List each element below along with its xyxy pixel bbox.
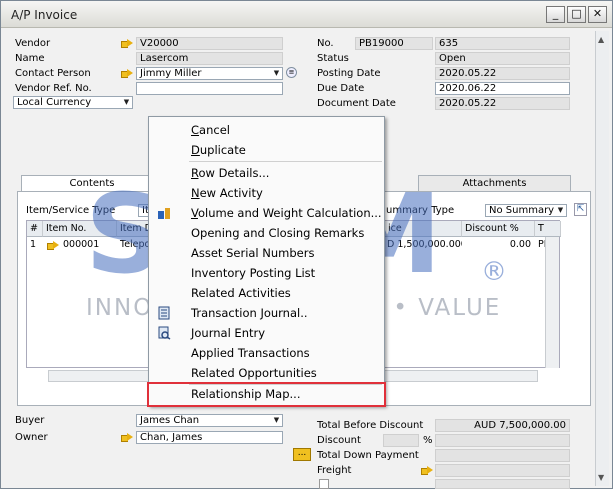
scroll-up-icon[interactable]: ▲: [598, 35, 604, 44]
freight-field[interactable]: [435, 464, 570, 477]
menu-item-volume-weight[interactable]: Volume and Weight Calculation...: [149, 203, 384, 223]
total-down-payment-field: [435, 449, 570, 462]
grid-header-tax[interactable]: T: [535, 221, 561, 237]
contact-person-label: Contact Person: [15, 68, 91, 79]
total-before-discount-field: AUD 7,500,000.00: [435, 419, 570, 432]
rounding-field: [435, 479, 570, 489]
discount-percent-field[interactable]: [383, 434, 419, 447]
menu-item-related-opportunities[interactable]: Related Opportunities: [149, 363, 384, 383]
currency-select[interactable]: Local Currency ▼: [13, 96, 133, 109]
context-menu: Cancel Duplicate Row Details... New Acti…: [148, 116, 385, 406]
contact-person-value: Jimmy Miller: [140, 68, 202, 79]
expand-icon[interactable]: ⇱: [574, 203, 587, 216]
menu-item-transaction-journal[interactable]: Transaction Journal..: [149, 303, 384, 323]
chevron-down-icon[interactable]: ▼: [272, 416, 281, 425]
posting-date-field[interactable]: 2020.05.22: [435, 67, 570, 80]
freight-label: Freight: [317, 465, 352, 476]
doc-number-field[interactable]: 635: [435, 37, 570, 50]
document-date-field[interactable]: 2020.05.22: [435, 97, 570, 110]
grid-vertical-scrollbar[interactable]: [545, 237, 559, 368]
menu-separator: [189, 161, 382, 162]
chevron-down-icon[interactable]: ▼: [556, 206, 565, 215]
grid-header-num: #: [27, 221, 43, 237]
freight-link-arrow-icon[interactable]: [421, 466, 433, 475]
discount-amount-field[interactable]: [435, 434, 570, 447]
scale-icon: [158, 208, 170, 219]
buyer-label: Buyer: [15, 415, 45, 426]
menu-item-inventory-posting-list[interactable]: Inventory Posting List: [149, 263, 384, 283]
grid-cell-discount[interactable]: 0.00: [462, 238, 535, 253]
menu-item-applied-transactions[interactable]: Applied Transactions: [149, 343, 384, 363]
name-label: Name: [15, 53, 45, 64]
menu-item-journal-entry[interactable]: Journal Entry: [149, 323, 384, 343]
ap-invoice-window: A/P Invoice _ □ ✕ Vendor V20000 Name Las…: [0, 0, 613, 489]
window-title: A/P Invoice: [11, 8, 78, 22]
currency-value: Local Currency: [17, 97, 92, 108]
total-down-payment-label: Total Down Payment: [317, 450, 419, 461]
journal-icon: [158, 306, 170, 320]
due-date-field[interactable]: 2020.06.22: [435, 82, 570, 95]
list-icon[interactable]: ≡: [286, 67, 297, 78]
posting-date-label: Posting Date: [317, 68, 381, 79]
summary-type-value: No Summary: [489, 205, 555, 216]
maximize-button[interactable]: □: [567, 6, 586, 23]
document-date-label: Document Date: [317, 98, 396, 109]
status-field: Open: [435, 52, 570, 65]
owner-field[interactable]: Chan, James: [136, 431, 283, 444]
menu-item-related-activities[interactable]: Related Activities: [149, 283, 384, 303]
grid-cell-num: 1: [30, 239, 37, 250]
journal-search-icon: [158, 326, 171, 340]
tab-contents[interactable]: Contents: [21, 175, 163, 192]
close-button[interactable]: ✕: [588, 6, 607, 23]
grid-header-item-no[interactable]: Item No.: [43, 221, 117, 237]
buyer-select[interactable]: James Chan ▼: [136, 414, 283, 427]
total-before-discount-label: Total Before Discount: [317, 420, 424, 431]
item-link-arrow-icon[interactable]: [47, 241, 59, 250]
chevron-down-icon[interactable]: ▼: [272, 69, 281, 78]
grid-cell-price[interactable]: D 1,500,000.000: [384, 238, 462, 253]
item-type-label: Item/Service Type: [26, 205, 116, 216]
doc-series-field[interactable]: PB19000: [355, 37, 433, 50]
grid-header-discount[interactable]: Discount %: [462, 221, 535, 237]
rounding-checkbox[interactable]: [319, 479, 329, 489]
highlight-box: [147, 382, 386, 407]
menu-item-asset-serial-numbers[interactable]: Asset Serial Numbers: [149, 243, 384, 263]
buyer-value: James Chan: [140, 415, 200, 426]
chevron-down-icon[interactable]: ▼: [122, 98, 131, 107]
minimize-button[interactable]: _: [546, 6, 565, 23]
vendor-field[interactable]: V20000: [136, 37, 283, 50]
vendor-label: Vendor: [15, 38, 51, 49]
form-vertical-scrollbar[interactable]: ▲ ▼: [595, 31, 609, 486]
vendor-link-arrow-icon[interactable]: [121, 39, 133, 48]
summary-type-select[interactable]: No Summary ▼: [485, 204, 567, 217]
contact-person-select[interactable]: Jimmy Miller ▼: [136, 67, 283, 80]
grid-cell-item-no[interactable]: 000001: [60, 238, 117, 253]
tab-attachments[interactable]: Attachments: [418, 175, 571, 192]
owner-link-arrow-icon[interactable]: [121, 433, 133, 442]
menu-item-opening-closing-remarks[interactable]: Opening and Closing Remarks: [149, 223, 384, 243]
doc-no-label: No.: [317, 38, 334, 49]
discount-percent-sign: %: [423, 435, 433, 446]
grid-header-price[interactable]: ice: [384, 221, 462, 237]
scroll-down-icon[interactable]: ▼: [598, 473, 604, 482]
discount-label: Discount: [317, 435, 361, 446]
menu-item-duplicate[interactable]: Duplicate: [149, 140, 384, 160]
menu-item-new-activity[interactable]: New Activity: [149, 183, 384, 203]
vendor-ref-label: Vendor Ref. No.: [15, 83, 92, 94]
name-field[interactable]: Lasercom: [136, 52, 283, 65]
title-bar[interactable]: A/P Invoice _ □ ✕: [1, 1, 612, 28]
down-payment-button[interactable]: ...: [293, 448, 311, 461]
contact-link-arrow-icon[interactable]: [121, 69, 133, 78]
menu-item-row-details[interactable]: Row Details...: [149, 163, 384, 183]
menu-item-cancel[interactable]: Cancel: [149, 120, 384, 140]
vendor-ref-input[interactable]: [136, 82, 283, 95]
owner-label: Owner: [15, 432, 48, 443]
status-label: Status: [317, 53, 349, 64]
due-date-label: Due Date: [317, 83, 365, 94]
summary-type-label: ummary Type: [386, 205, 455, 216]
